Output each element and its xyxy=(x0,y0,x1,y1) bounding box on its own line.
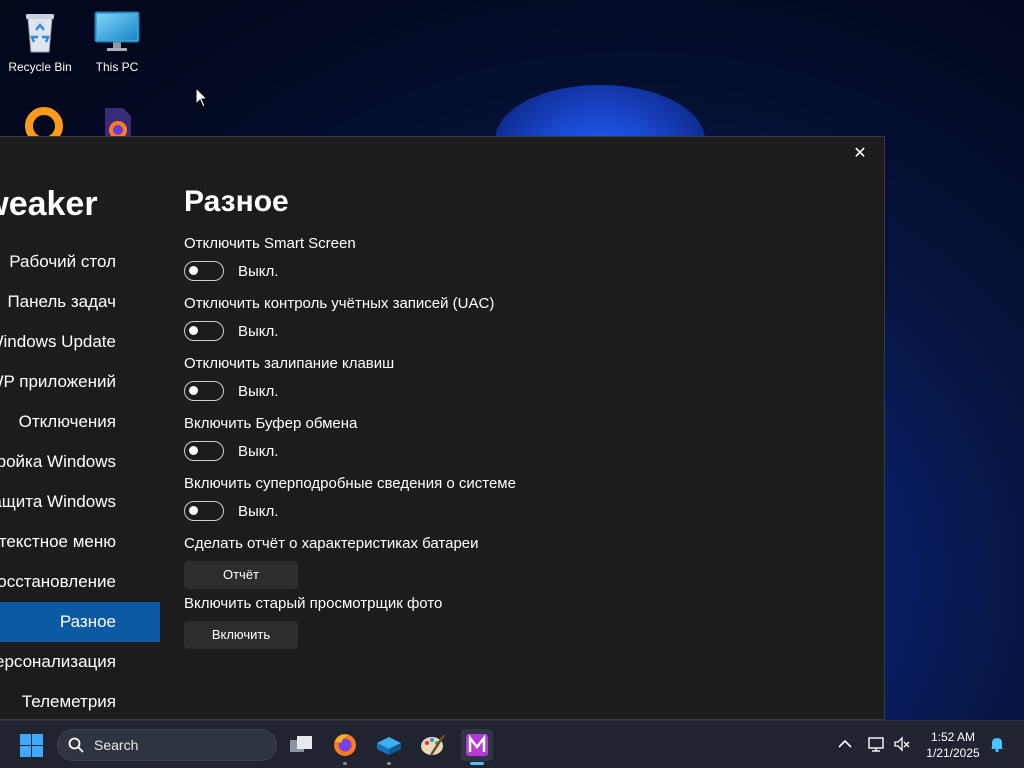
uac-toggle[interactable] xyxy=(184,321,224,341)
verbose-status-toggle[interactable] xyxy=(184,501,224,521)
clock-date: 1/21/2025 xyxy=(926,746,980,760)
box-app-icon xyxy=(377,737,401,755)
start-button[interactable] xyxy=(20,734,43,757)
battery-report-button[interactable]: Отчёт xyxy=(184,561,298,589)
taskbar-box-app[interactable] xyxy=(373,729,405,765)
setting-old-photo-viewer: Включить старый просмотрщик фото Включит… xyxy=(184,595,516,655)
sidebar-item-desktop[interactable]: Рабочий стол xyxy=(0,242,160,282)
taskbar-paint[interactable] xyxy=(417,729,449,761)
desktop-icon-label: This PC xyxy=(95,60,139,74)
setting-label: Отключить залипание клавиш xyxy=(184,355,395,372)
sidebar-item-windows-protection[interactable]: Защита Windows xyxy=(0,482,160,522)
mouse-cursor-icon xyxy=(195,87,209,108)
toggle-knob xyxy=(189,386,198,395)
setting-label: Отключить Smart Screen xyxy=(184,235,356,252)
taskbar-search[interactable]: Search xyxy=(57,729,277,761)
toggle-knob xyxy=(189,266,198,275)
taskbar: Search 1:52 AM 1/21/2025 xyxy=(0,720,1024,768)
desktop-icon-label: Recycle Bin xyxy=(8,60,72,74)
setting-label: Отключить контроль учётных записей (UAC) xyxy=(184,295,495,312)
enable-photo-viewer-button[interactable]: Включить xyxy=(184,621,298,649)
setting-clipboard: Включить Буфер обмена Выкл. xyxy=(184,415,516,475)
setting-uac: Отключить контроль учётных записей (UAC)… xyxy=(184,295,516,355)
monitor-icon xyxy=(93,8,141,56)
search-icon xyxy=(68,737,84,753)
recycle-bin-icon xyxy=(16,8,64,56)
toggle-state-text: Выкл. xyxy=(238,442,279,460)
setting-smart-screen: Отключить Smart Screen Выкл. xyxy=(184,235,516,295)
toggle-state-text: Выкл. xyxy=(238,322,279,340)
running-indicator xyxy=(343,762,347,765)
desktop-icon-this-pc[interactable]: This PC xyxy=(77,8,157,74)
toggle-state-text: Выкл. xyxy=(238,502,279,520)
paint-icon xyxy=(421,734,446,756)
desktop-icon-recycle-bin[interactable]: Recycle Bin xyxy=(0,8,80,74)
setting-battery-report: Сделать отчёт о характеристиках батареи … xyxy=(184,535,516,595)
running-indicator xyxy=(387,762,391,765)
toggle-knob xyxy=(189,506,198,515)
setting-label: Включить старый просмотрщик фото xyxy=(184,595,443,612)
taskbar-firefox[interactable] xyxy=(329,729,361,765)
clock-time: 1:52 AM xyxy=(930,730,976,744)
sidebar-item-windows-update[interactable]: Windows Update xyxy=(0,322,160,362)
settings-content: Разное Отключить Smart Screen Выкл. Откл… xyxy=(184,185,516,655)
notification-bell-icon[interactable] xyxy=(988,735,1006,753)
sidebar-item-windows-setup[interactable]: Настройка Windows xyxy=(0,442,160,482)
toggle-state-text: Выкл. xyxy=(238,262,279,280)
task-view-icon xyxy=(290,736,312,752)
smart-screen-toggle[interactable] xyxy=(184,261,224,281)
close-button[interactable]: ✕ xyxy=(850,143,870,163)
setting-label: Включить суперподробные сведения о систе… xyxy=(184,475,516,492)
sidebar-item-disabling[interactable]: Отключения xyxy=(0,402,160,442)
sidebar-item-telemetry[interactable]: Телеметрия xyxy=(0,682,160,719)
sidebar-item-personalization[interactable]: Персонализация xyxy=(0,642,160,682)
sidebar-item-taskbar[interactable]: Панель задач xyxy=(0,282,160,322)
sidebar-item-context-menu[interactable]: Контекстное меню xyxy=(0,522,160,562)
setting-verbose-status: Включить суперподробные сведения о систе… xyxy=(184,475,516,535)
network-icon[interactable] xyxy=(867,735,885,753)
sidebar-item-misc[interactable]: Разное xyxy=(0,602,160,642)
toggle-state-text: Выкл. xyxy=(238,382,279,400)
page-title: Разное xyxy=(184,185,289,218)
taskbar-clock[interactable]: 1:52 AM 1/21/2025 xyxy=(918,729,988,761)
setting-label: Сделать отчёт о характеристиках батареи xyxy=(184,535,479,552)
tweaker-window: ✕ Tweaker Рабочий стол Панель задач Wind… xyxy=(0,136,885,720)
sidebar-item-recovery[interactable]: Восстановление xyxy=(0,562,160,602)
app-title: Tweaker xyxy=(0,185,98,223)
sidebar-item-uwp-apps[interactable]: UWP приложений xyxy=(0,362,160,402)
toggle-knob xyxy=(189,326,198,335)
volume-muted-icon[interactable] xyxy=(893,735,911,753)
sticky-keys-toggle[interactable] xyxy=(184,381,224,401)
tweaker-app-icon xyxy=(466,734,488,756)
toggle-knob xyxy=(189,446,198,455)
active-indicator xyxy=(470,762,484,765)
taskbar-task-view[interactable] xyxy=(285,729,317,761)
clipboard-toggle[interactable] xyxy=(184,441,224,461)
windows-logo-icon xyxy=(20,734,31,745)
firefox-icon xyxy=(334,734,356,756)
chevron-up-icon[interactable] xyxy=(836,735,854,753)
taskbar-tweaker[interactable] xyxy=(461,729,493,765)
search-placeholder: Search xyxy=(94,737,139,753)
sidebar-nav: Рабочий стол Панель задач Windows Update… xyxy=(0,242,160,719)
setting-label: Включить Буфер обмена xyxy=(184,415,358,432)
setting-sticky-keys: Отключить залипание клавиш Выкл. xyxy=(184,355,516,415)
